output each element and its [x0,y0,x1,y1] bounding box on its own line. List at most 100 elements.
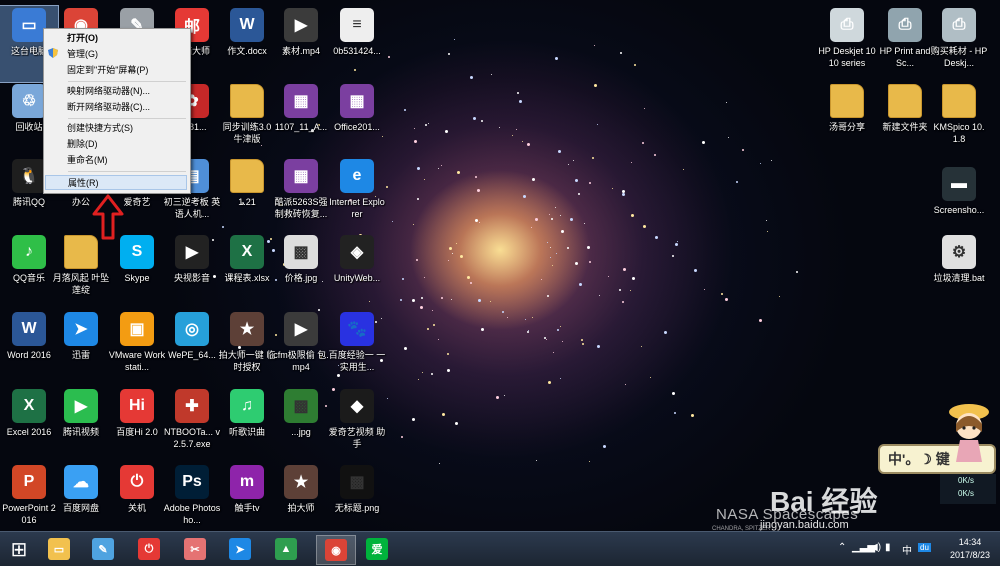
star-dot [674,412,677,415]
desktop-icon[interactable]: ➤ 迅雷 [52,310,110,386]
star-dot [455,242,457,244]
desktop-icon[interactable]: ★ 拍大师一键 临时授权 [218,310,276,386]
desktop-icon[interactable]: ⎙ HP Deskjet 1010 series [818,6,876,82]
star-dot [444,129,448,133]
desktop-icon[interactable]: ≡ 0b531424... [328,6,386,82]
context-menu-item[interactable]: 映射网络驱动器(N)... [45,84,187,99]
desktop-icon[interactable]: ⏻ 关机 [108,463,166,531]
taskbar-button[interactable]: ✂ [180,535,210,563]
star-dot [448,259,450,261]
desktop-icon[interactable]: ▦ 酷派5263S强 制救砖恢复... [272,157,330,233]
star-dot [724,297,728,301]
desktop-icon[interactable]: X 课程表.xlsx [218,233,276,309]
context-menu-item[interactable]: 重命名(M) [45,153,187,168]
star-dot [607,275,609,277]
context-menu-item[interactable]: 打开(O) [45,31,187,46]
desktop-icon[interactable]: ☁ 百度网盘 [52,463,110,531]
desktop-icon[interactable]: ▶ 央视影音 [163,233,221,309]
desktop-icon[interactable]: KMSpico 10.1.8 [930,82,988,158]
desktop-icon[interactable]: ✚ NTBOOTa... v2.5.7.exe [163,387,221,463]
context-menu-item[interactable]: 断开网络驱动器(C)... [45,100,187,115]
star-dot [431,373,434,376]
taskbar-button[interactable]: ◉ [316,535,356,565]
desktop-icon[interactable]: ⎙ 购买耗材 - HP Deskj... [930,6,988,82]
desktop-icon[interactable]: 汤哥分享 [818,82,876,158]
menu-separator [68,81,186,82]
desktop-icon[interactable]: P PowerPoint 2016 [0,463,58,531]
context-menu-item[interactable]: 删除(D) [45,137,187,152]
context-menu-item[interactable]: 管理(G) [45,47,187,62]
taskbar-button[interactable]: ▲ [271,535,301,563]
desktop-icon[interactable]: ♪ QQ音乐 [0,233,58,309]
desktop-icon[interactable]: ▶ 素材.mp4 [272,6,330,82]
cntv-icon: ▶ [175,235,209,269]
taskbar-button[interactable]: ➤ [225,535,255,563]
desktop-icon[interactable]: S Skype [108,233,166,309]
desktop-icon[interactable]: ▣ VMware Workstati... [108,310,166,386]
green-app-icon: ▲ [275,538,297,560]
desktop-icon[interactable]: m 触手tv [218,463,276,531]
taskbar-button[interactable]: 爱 [362,535,392,563]
star-dot [474,176,477,179]
star-dot [672,391,676,395]
desktop-icon[interactable]: 1.21 [218,157,276,233]
context-menu-item[interactable]: 属性(R) [45,175,187,190]
desktop-icon[interactable]: ◎ WePE_64... [163,310,221,386]
star-dot [438,462,440,464]
desktop-icon[interactable]: ★ 拍大师 [272,463,330,531]
desktop-icon[interactable]: ◆ 爱奇艺视频 助手 [328,387,386,463]
desktop-icon[interactable]: 新建文件夹 [876,82,934,158]
taskbar-button[interactable]: ⊞ [4,535,34,563]
desktop-icon[interactable]: ▩ 价格.jpg [272,233,330,309]
star-dot [532,177,536,181]
desktop-icon[interactable]: W Word 2016 [0,310,58,386]
taskbar-button[interactable]: ✎ [88,535,118,563]
desktop-icon[interactable]: ▬ Screensho... [930,165,988,241]
star-dot [489,300,491,302]
desktop-icon[interactable]: Hi 百度Hi 2.0 [108,387,166,463]
desktop-icon[interactable]: ▶ 腾讯视频 [52,387,110,463]
usb-tray-icon[interactable]: ▮ [885,542,891,553]
star-dot [449,247,453,251]
desktop-icon[interactable]: ♫ 听歌识曲 [218,387,276,463]
desktop-icon-label: 同步训练3.0 牛津版 [222,122,272,144]
power-icon: ⏻ [120,465,154,499]
desktop-icon[interactable]: ▶ cfm极限偷 包.mp4 [272,310,330,386]
star-dot [552,351,554,353]
desktop-icon[interactable]: 🐾 百度经验一 一实用生... [328,310,386,386]
baidu-ime-badge[interactable]: du [918,543,931,552]
qq-icon: 🐧 [12,159,46,193]
desktop-icon[interactable]: ⎙ HP Print and Sc... [876,6,934,82]
volume-tray-icon[interactable]: ◀) [870,542,881,553]
ime-tray-label[interactable]: 中 [902,542,912,557]
context-menu-item[interactable]: 创建快捷方式(S) [45,121,187,136]
desktop-icon[interactable]: X Excel 2016 [0,387,58,463]
video-file-icon: ▶ [284,312,318,346]
desktop-icon[interactable]: ⚙ 垃圾清理.bat [930,233,988,309]
clock[interactable]: 14:34 2017/8/23 [948,536,992,562]
taskbar-button[interactable]: ▭ [44,535,74,563]
star-dot [423,277,425,279]
star-dot [400,299,403,302]
desktop-icon[interactable]: ▩ 无标题.png [328,463,386,531]
star-dot [567,164,569,166]
printer-icon: ⎙ [830,8,864,42]
desktop-icon[interactable]: ▦ 1107_11_A... [272,82,330,158]
desktop-icon[interactable]: ▦ Office201... [328,82,386,158]
desktop-icon[interactable]: W 作文.docx [218,6,276,82]
desktop-icon[interactable]: e Internet Explorer [328,157,386,233]
desktop-icon[interactable]: ◈ UnityWeb... [328,233,386,309]
star-dot [534,218,538,222]
star-dot [574,261,578,265]
tray-chevron-icon[interactable]: ⌃ [838,542,846,553]
desktop-icon-label: 腾讯QQ [12,197,45,207]
desktop-icon[interactable]: ▩ ...jpg [272,387,330,463]
taskbar-button[interactable]: ⏻ [134,535,164,563]
desktop-icon[interactable]: Ps Adobe Photosho... [163,463,221,531]
desktop-icon-label: KMSpico 10.1.8 [933,122,985,144]
desktop-icon[interactable]: 月落风起 叶坠莲绽 [52,233,110,309]
desktop-icon-label: WePE_64... [168,350,216,360]
desktop-icon[interactable]: 同步训练3.0 牛津版 [218,82,276,158]
context-menu-item[interactable]: 固定到"开始"屏幕(P) [45,63,187,78]
desktop-icon-label: 百度网盘 [62,503,99,513]
